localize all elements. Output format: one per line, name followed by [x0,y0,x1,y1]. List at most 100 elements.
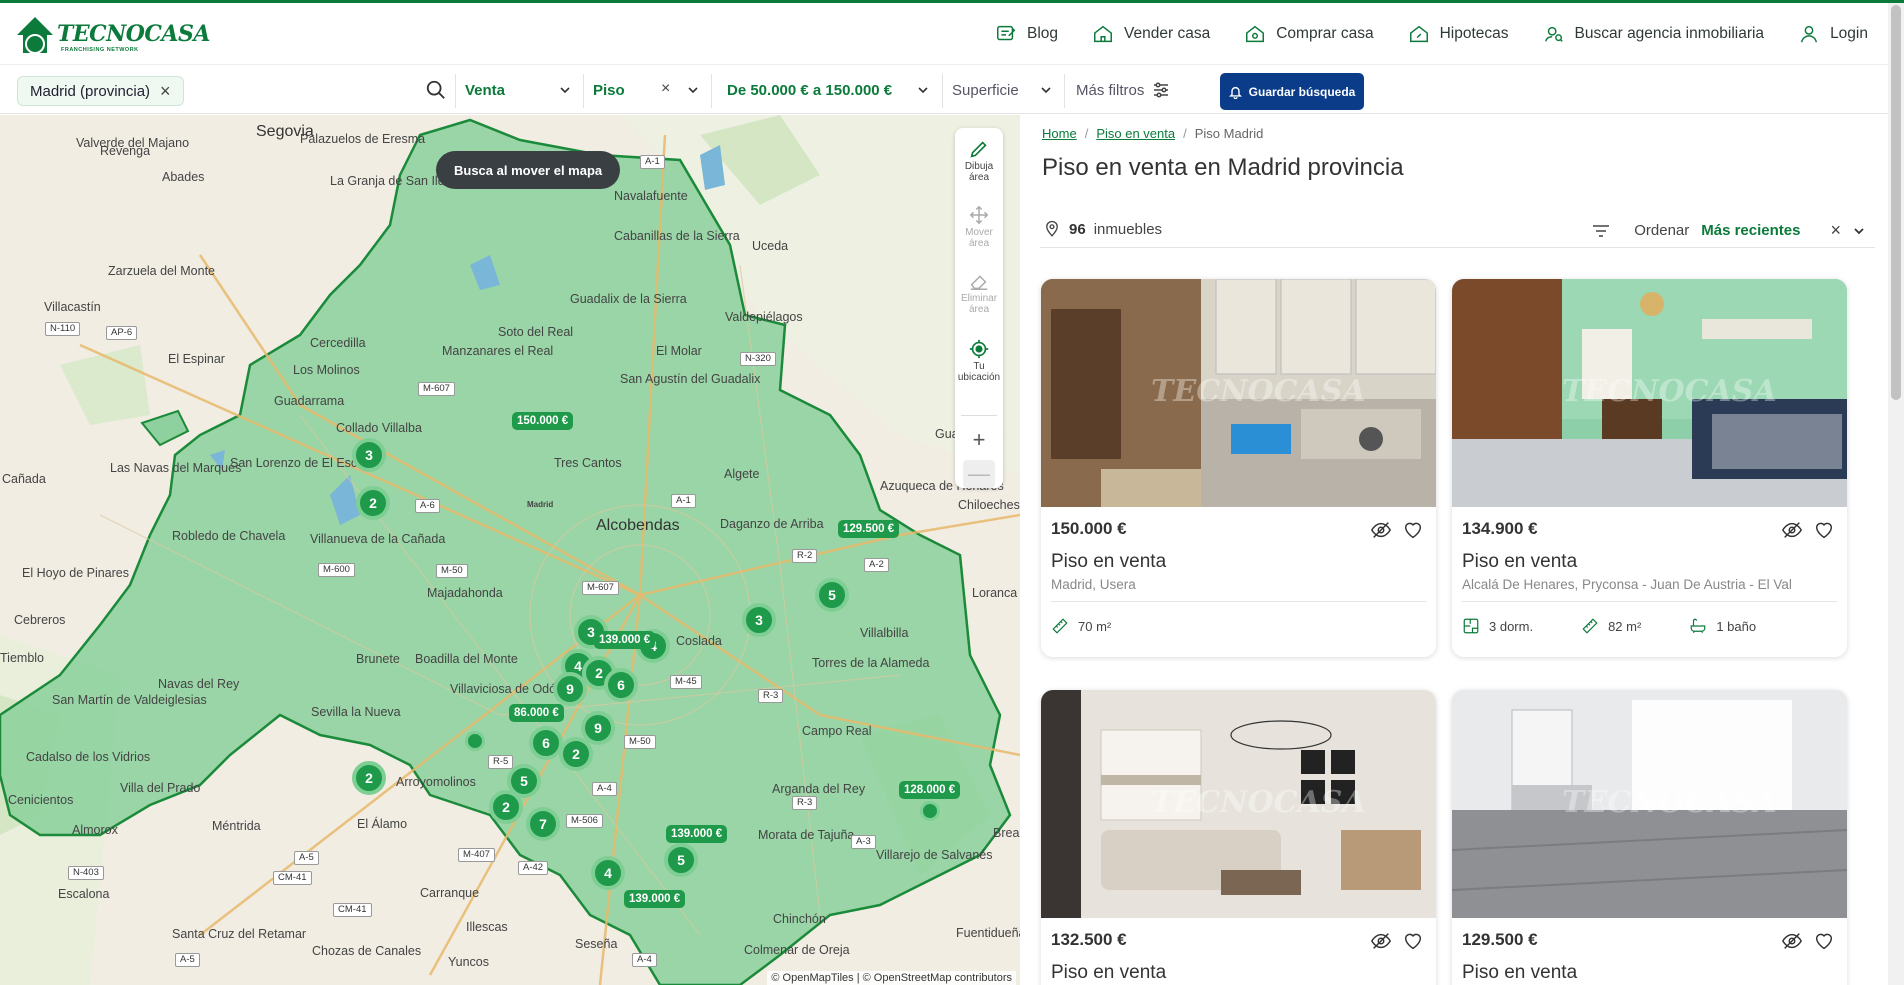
clear-type-icon[interactable]: × [661,80,670,98]
map-place-label: Arganda del Rey [772,782,866,796]
price-pin[interactable]: 139.000 € [594,631,656,649]
nav-mortgage-label: Hipotecas [1439,25,1509,42]
map-cluster[interactable]: 6 [604,668,638,702]
nav-blog[interactable]: Blog [995,23,1058,45]
nav-mortgage[interactable]: Hipotecas [1408,23,1509,45]
nav-sell-label: Vender casa [1124,25,1211,42]
map-place-label: Arroyomolinos [396,775,476,789]
map-place-label: El Álamo [357,817,408,831]
listing-price: 150.000 € [1051,519,1127,538]
listing-photo[interactable]: TECNOCASA [1041,690,1436,918]
hide-listing-icon[interactable] [1370,519,1392,541]
listing-card[interactable]: TECNOCASA 129.500 € Piso en venta [1452,690,1847,985]
road-label: A-42 [518,861,549,875]
map-cluster[interactable]: 7 [526,807,560,841]
remove-location-icon[interactable]: × [160,82,171,100]
my-location-label: Tu ubicación [957,361,1001,383]
road-label: A-5 [175,953,200,967]
map-place-label: Boadilla del Monte [415,652,518,666]
nav-login[interactable]: Login [1798,23,1868,45]
hide-listing-icon[interactable] [1370,930,1392,952]
property-type-dropdown[interactable]: Piso × [593,66,705,114]
map-cluster[interactable]: 3 [352,438,386,472]
price-pin[interactable]: 86.000 € [509,704,564,722]
search-on-move-button[interactable]: Busca al mover el mapa [436,151,621,189]
nav-blog-label: Blog [1027,25,1059,42]
draw-area-tool[interactable]: Dibuja área [955,138,1003,183]
hide-listing-icon[interactable] [1781,519,1803,541]
chevron-down-icon[interactable] [1853,225,1865,237]
price-pin[interactable]: 139.000 € [666,825,728,843]
separator [455,74,456,108]
location-chip[interactable]: Madrid (provincia) × [17,76,184,106]
nav-buy[interactable]: Comprar casa [1244,23,1374,45]
results-count-value: 96 [1069,220,1086,238]
price-pin[interactable]: 150.000 € [512,412,574,430]
surface-dropdown[interactable]: Superficie [952,66,1058,114]
search-icon[interactable] [425,79,447,101]
price-dropdown[interactable]: De 50.000 € a 150.000 € [727,66,935,114]
more-filters-label: Más filtros [1076,81,1145,99]
scrollbar-thumb[interactable] [1891,5,1901,400]
map-place-label: Uceda [752,239,789,253]
photo-watermark: TECNOCASA [1151,374,1366,409]
hide-listing-icon[interactable] [1781,930,1803,952]
listing-photo[interactable]: TECNOCASA [1452,279,1847,507]
price-pin[interactable]: 139.000 € [624,890,686,908]
listing-card[interactable]: TECNOCASA 150.000 € Piso en venta Madrid… [1041,279,1436,657]
map-cluster[interactable]: 5 [815,578,849,612]
map-view[interactable]: Segovia Revenga Abades Valverde del Maja… [0,115,1020,985]
favorite-heart-icon[interactable] [1402,930,1424,952]
my-location-tool[interactable]: Tu ubicación [955,338,1003,383]
move-area-tool[interactable]: Mover área [955,204,1003,249]
save-search-button[interactable]: Guardar búsqueda [1220,73,1364,110]
favorite-heart-icon[interactable] [1813,519,1835,541]
map-cluster[interactable]: 2 [356,486,390,520]
favorite-heart-icon[interactable] [1402,519,1424,541]
price-pin[interactable]: 128.000 € [899,781,961,799]
map-cluster[interactable]: 2 [489,790,523,824]
more-filters-button[interactable]: Más filtros [1076,66,1170,114]
brand-logo[interactable]: TECNOCASA FRANCHISING NETWORK [15,13,210,57]
price-pin[interactable]: 129.500 € [838,520,900,538]
map-cluster[interactable]: 2 [559,737,593,771]
map-marker[interactable] [465,731,485,751]
road-label: R-2 [792,549,818,563]
listing-card[interactable]: TECNOCASA 132.500 € Piso en venta [1041,690,1436,985]
operation-dropdown[interactable]: Venta [465,66,577,114]
page-title: Piso en venta en Madrid provincia [1042,154,1404,181]
zoom-out-button[interactable]: — [963,460,995,488]
favorite-heart-icon[interactable] [1813,930,1835,952]
surface-value: Superficie [952,81,1019,99]
site-header: TECNOCASA FRANCHISING NETWORK Blog Vende… [0,3,1888,65]
feature-area: 70 m² [1051,617,1111,635]
separator [583,74,584,108]
listing-card[interactable]: TECNOCASA 134.900 € Piso en venta Alcalá… [1452,279,1847,657]
map-place-label: Valverde del Majano [76,136,190,150]
map-cluster[interactable]: 5 [664,843,698,877]
breadcrumb-piso-en-venta[interactable]: Piso en venta [1096,126,1175,141]
sort-control[interactable]: Ordenar Más recientes × [1592,220,1865,241]
nav-agency-search[interactable]: Buscar agencia inmobiliaria [1543,23,1764,45]
clear-sort-icon[interactable]: × [1830,220,1841,241]
listing-photo[interactable]: TECNOCASA [1452,690,1847,918]
erase-area-tool[interactable]: Eliminar área [955,270,1003,315]
listing-location: Alcalá De Henares, Pryconsa - Juan De Au… [1462,577,1792,592]
map-cluster[interactable]: 4 [591,856,625,890]
map-place-label: Los Molinos [293,363,360,377]
chevron-down-icon [688,87,698,94]
map-cluster[interactable]: 6 [529,726,563,760]
road-label: CM-41 [273,871,312,885]
feature-bathrooms-value: 1 baño [1716,618,1757,634]
map-place-label: Abades [162,170,205,184]
breadcrumb-home[interactable]: Home [1042,126,1077,141]
map-cluster[interactable]: 9 [553,672,587,706]
map-cluster[interactable]: 2 [352,761,386,795]
map-marker[interactable] [920,801,940,821]
listing-photo[interactable]: TECNOCASA [1041,279,1436,507]
zoom-in-button[interactable]: + [955,426,1003,454]
nav-sell[interactable]: Vender casa [1092,23,1210,45]
map-attribution[interactable]: © OpenMapTiles | © OpenStreetMap contrib… [767,971,1016,985]
page-scrollbar[interactable] [1888,3,1904,985]
map-cluster[interactable]: 3 [742,603,776,637]
